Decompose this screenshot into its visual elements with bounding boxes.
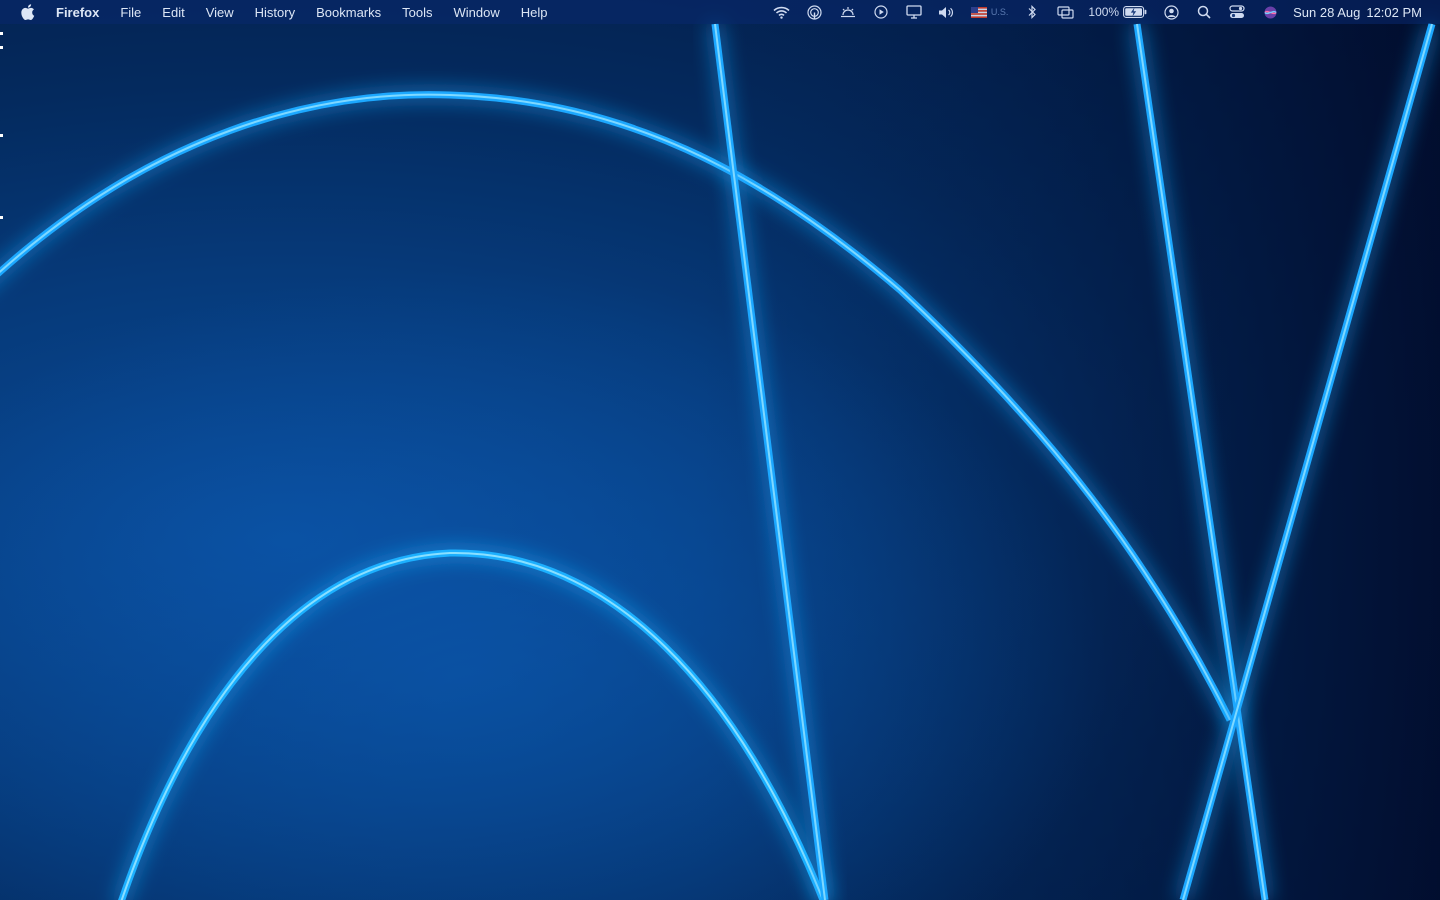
wifi-icon[interactable]	[773, 4, 791, 20]
screen-mirroring-icon[interactable]	[1056, 4, 1074, 20]
user-account-icon[interactable]	[1162, 4, 1180, 20]
menu-bar: Firefox File Edit View History Bookmarks…	[0, 0, 1440, 24]
display-icon[interactable]	[905, 4, 923, 20]
status-area: U.S. 100% Sun 28 Aug 12:02 PM	[758, 0, 1422, 24]
menu-bookmarks[interactable]: Bookmarks	[316, 5, 381, 20]
siri-icon[interactable]	[1261, 4, 1279, 20]
menu-help[interactable]: Help	[521, 5, 548, 20]
menu-app-name[interactable]: Firefox	[56, 5, 99, 20]
clock-date: Sun 28 Aug	[1293, 4, 1361, 20]
spotlight-search-icon[interactable]	[1195, 4, 1213, 20]
us-flag-icon[interactable]: U.S.	[970, 4, 1009, 20]
edge-marker	[0, 46, 3, 49]
weather-icon[interactable]	[839, 4, 857, 20]
edge-marker	[0, 216, 3, 219]
volume-icon[interactable]	[938, 4, 956, 20]
wallpaper-background	[0, 0, 1440, 900]
menu-tools[interactable]: Tools	[402, 5, 432, 20]
clock-time: 12:02 PM	[1366, 4, 1422, 20]
menu-history[interactable]: History	[255, 5, 295, 20]
airdrop-icon[interactable]	[806, 4, 824, 20]
desktop[interactable]: Firefox File Edit View History Bookmarks…	[0, 0, 1440, 900]
control-center-icon[interactable]	[1228, 4, 1246, 20]
menu-file[interactable]: File	[120, 5, 141, 20]
apple-logo-icon[interactable]	[18, 0, 38, 24]
menubar-clock[interactable]: Sun 28 Aug 12:02 PM	[1293, 5, 1422, 20]
menu-edit[interactable]: Edit	[162, 5, 184, 20]
menu-window[interactable]: Window	[454, 5, 500, 20]
play-icon[interactable]	[872, 4, 890, 20]
battery-percent: 100%	[1088, 5, 1120, 19]
menu-view[interactable]: View	[206, 5, 234, 20]
edge-marker	[0, 134, 3, 137]
menu-left-group: Firefox File Edit View History Bookmarks…	[0, 0, 569, 24]
battery-charging-icon[interactable]	[1123, 4, 1147, 20]
bluetooth-icon[interactable]	[1023, 4, 1041, 20]
edge-marker	[0, 32, 3, 35]
keyboard-language: U.S.	[990, 7, 1009, 17]
